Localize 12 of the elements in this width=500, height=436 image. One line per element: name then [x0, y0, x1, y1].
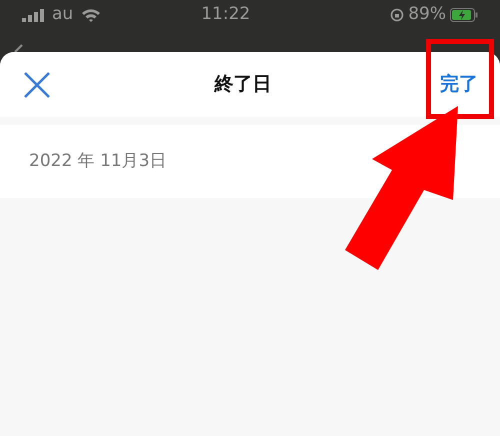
clock-time: 11:22: [201, 3, 250, 26]
battery-icon: [450, 8, 478, 22]
rotation-lock-icon: [390, 8, 404, 22]
close-button[interactable]: [22, 70, 52, 100]
back-icon[interactable]: [14, 44, 24, 52]
battery-percent: 89%: [408, 3, 446, 26]
wifi-icon: [81, 8, 102, 22]
signal-icon: [22, 8, 44, 22]
sheet-title: 終了日: [214, 72, 272, 98]
done-button[interactable]: 完了: [434, 66, 484, 103]
date-value[interactable]: 2022 年 11月3日: [29, 148, 167, 174]
carrier-name: au: [52, 3, 74, 26]
